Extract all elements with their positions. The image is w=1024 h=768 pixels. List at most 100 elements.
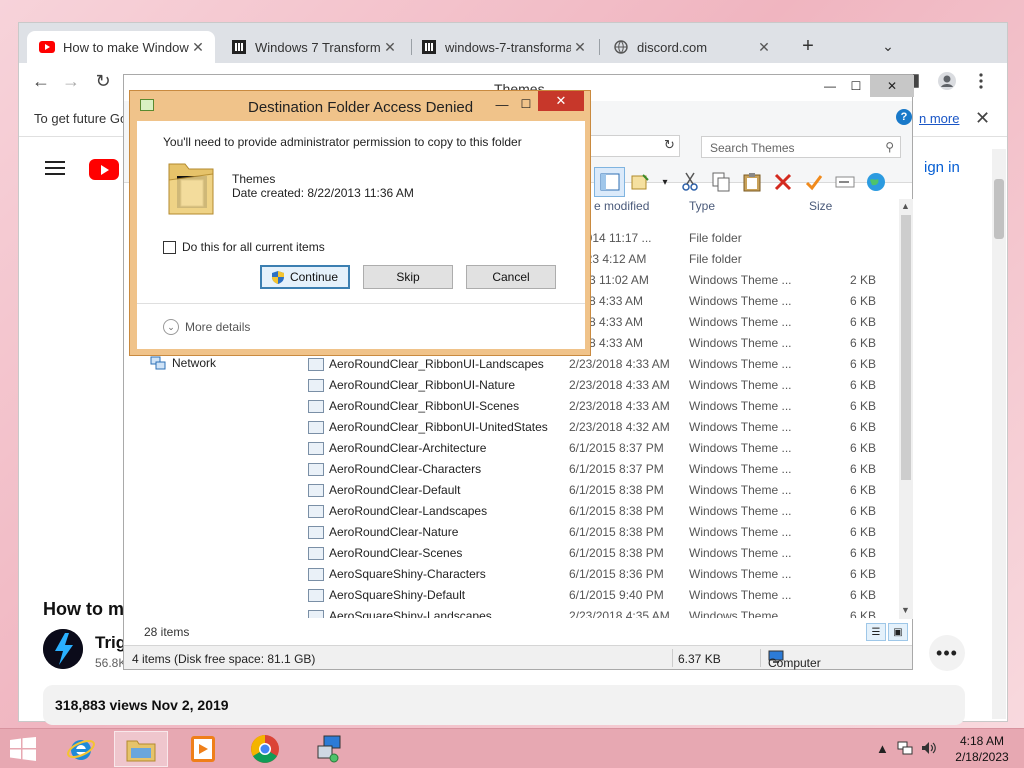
scroll-up-icon[interactable]: ▲ bbox=[901, 201, 910, 211]
taskbar-file-explorer[interactable] bbox=[114, 731, 168, 767]
file-date: 2/23/2018 4:32 AM bbox=[569, 420, 670, 434]
file-row[interactable]: AeroRoundClear-Architecture 6/1/2015 8:37… bbox=[124, 438, 904, 459]
paste-icon[interactable] bbox=[736, 167, 767, 197]
file-row[interactable]: AeroSquareShiny-Default 6/1/2015 9:40 PM W… bbox=[124, 585, 904, 606]
file-row[interactable]: AeroRoundClear_RibbonUI-Scenes 2/23/2018 … bbox=[124, 396, 904, 417]
tab-search-button[interactable]: ⌄ bbox=[875, 33, 901, 59]
file-row[interactable]: AeroRoundClear_RibbonUI-UnitedStates 2/23… bbox=[124, 417, 904, 438]
tab-close-icon[interactable]: ✕ bbox=[755, 38, 773, 56]
folder-icon bbox=[167, 154, 215, 218]
back-button[interactable]: ← bbox=[29, 69, 53, 93]
tab-close-icon[interactable]: ✕ bbox=[189, 38, 207, 56]
scroll-down-icon[interactable]: ▼ bbox=[901, 605, 910, 615]
show-hidden-icons-icon[interactable]: ▲ bbox=[876, 741, 889, 758]
delete-icon[interactable] bbox=[767, 167, 798, 197]
theme-file-icon bbox=[308, 526, 324, 539]
tab-windows7-2[interactable]: windows-7-transformat ✕ bbox=[409, 31, 597, 63]
large-icons-view-icon[interactable]: ▣ bbox=[888, 623, 908, 641]
cut-icon[interactable] bbox=[674, 167, 705, 197]
tab-discord[interactable]: discord.com ✕ bbox=[601, 31, 781, 63]
taskbar-internet-explorer[interactable] bbox=[54, 731, 108, 767]
apply-all-checkbox[interactable]: Do this for all current items bbox=[163, 240, 325, 254]
tab-close-icon[interactable]: ✕ bbox=[571, 38, 589, 56]
channel-name[interactable]: Trig bbox=[95, 633, 126, 653]
status-size: 6.37 KB bbox=[678, 652, 721, 666]
scrollbar-thumb[interactable] bbox=[901, 215, 911, 480]
file-type: Windows Theme ... bbox=[689, 273, 792, 287]
search-input[interactable]: Search Themes ⚲ bbox=[701, 136, 901, 158]
profile-avatar-icon[interactable] bbox=[935, 69, 959, 93]
network-status-icon[interactable] bbox=[897, 741, 913, 758]
more-actions-button[interactable]: ••• bbox=[929, 635, 965, 671]
file-date: 6/1/2015 8:38 PM bbox=[569, 483, 664, 497]
file-row[interactable]: AeroRoundClear-Landscapes 6/1/2015 8:38 P… bbox=[124, 501, 904, 522]
file-list-scrollbar[interactable]: ▲ ▼ bbox=[899, 199, 913, 619]
page-scrollbar[interactable] bbox=[992, 149, 1006, 719]
copy-icon[interactable] bbox=[705, 167, 736, 197]
tab-windows7-1[interactable]: Windows 7 Transformat ✕ bbox=[219, 31, 407, 63]
forward-button[interactable]: → bbox=[59, 69, 83, 93]
maximize-button[interactable]: ☐ bbox=[844, 75, 868, 97]
dropdown-icon[interactable]: ▾ bbox=[656, 167, 674, 197]
file-row[interactable]: AeroSquareShiny-Landscapes 2/23/2018 4:35… bbox=[124, 606, 904, 618]
file-row[interactable]: AeroRoundClear_RibbonUI-Nature 2/23/2018 … bbox=[124, 375, 904, 396]
skip-button[interactable]: Skip bbox=[363, 265, 453, 289]
dialog-title: Destination Folder Access Denied bbox=[248, 99, 474, 116]
clock[interactable]: 4:18 AM 2/18/2023 bbox=[950, 733, 1014, 765]
learn-more-link[interactable]: n more bbox=[919, 111, 959, 126]
properties-icon[interactable] bbox=[625, 167, 656, 197]
file-row[interactable]: AeroRoundClear-Nature 6/1/2015 8:38 PM Win… bbox=[124, 522, 904, 543]
column-type[interactable]: Type bbox=[689, 199, 715, 213]
file-row[interactable]: AeroRoundClear-Default 6/1/2015 8:38 PM Wi… bbox=[124, 480, 904, 501]
taskbar-network-app[interactable] bbox=[302, 731, 356, 767]
file-name: AeroRoundClear-Architecture bbox=[329, 441, 487, 455]
column-date-modified[interactable]: e modified bbox=[594, 199, 649, 213]
cancel-button[interactable]: Cancel bbox=[466, 265, 556, 289]
column-size[interactable]: Size bbox=[809, 199, 832, 213]
info-bar-close-icon[interactable]: ✕ bbox=[975, 108, 990, 129]
rename-icon[interactable] bbox=[829, 167, 860, 197]
file-type: Windows Theme ... bbox=[689, 420, 792, 434]
taskbar-chrome[interactable] bbox=[238, 731, 292, 767]
file-size: 6 KB bbox=[849, 483, 876, 497]
close-button[interactable]: ✕ bbox=[870, 75, 914, 97]
tab-close-icon[interactable]: ✕ bbox=[381, 38, 399, 56]
file-row[interactable]: AeroSquareShiny-Characters 6/1/2015 8:36 … bbox=[124, 564, 904, 585]
file-name: AeroRoundClear_RibbonUI-UnitedStates bbox=[329, 420, 548, 434]
file-row[interactable]: AeroRoundClear-Characters 6/1/2015 8:37 P… bbox=[124, 459, 904, 480]
preview-pane-icon[interactable] bbox=[594, 167, 625, 197]
tab-youtube[interactable]: How to make Windows ✕ bbox=[27, 31, 215, 63]
new-tab-button[interactable]: + bbox=[795, 33, 821, 59]
file-type: Windows Theme ... bbox=[689, 567, 792, 581]
globe-icon[interactable] bbox=[860, 167, 891, 197]
continue-button[interactable]: Continue bbox=[260, 265, 350, 289]
volume-icon[interactable] bbox=[921, 741, 937, 758]
video-description[interactable]: 318,883 views Nov 2, 2019 bbox=[43, 685, 965, 725]
theme-file-icon bbox=[308, 589, 324, 602]
file-row[interactable]: AeroRoundClear_RibbonUI-Landscapes 2/23/2… bbox=[124, 354, 904, 375]
subscriber-count: 56.8K bbox=[95, 656, 127, 670]
reload-button[interactable]: ↻ bbox=[91, 69, 115, 93]
browser-menu-icon[interactable] bbox=[969, 69, 993, 93]
youtube-logo-icon[interactable] bbox=[89, 159, 119, 180]
start-button[interactable] bbox=[10, 737, 36, 761]
file-date: 6/1/2015 8:38 PM bbox=[569, 546, 664, 560]
minimize-button[interactable]: — bbox=[818, 75, 842, 97]
search-placeholder: Search Themes bbox=[710, 141, 795, 155]
dialog-maximize-button[interactable]: ☐ bbox=[514, 95, 538, 113]
sign-in-button[interactable]: ign in bbox=[924, 159, 960, 176]
taskbar-media-player[interactable] bbox=[176, 731, 230, 767]
more-details-toggle[interactable]: ⌄ More details bbox=[163, 319, 250, 335]
check-icon[interactable] bbox=[798, 167, 829, 197]
scrollbar-thumb[interactable] bbox=[994, 179, 1004, 239]
channel-avatar[interactable] bbox=[43, 629, 83, 669]
status-selection: 4 items (Disk free space: 81.1 GB) bbox=[132, 652, 316, 666]
details-view-icon[interactable]: ☰ bbox=[866, 623, 886, 641]
checkbox-box[interactable] bbox=[163, 240, 176, 254]
guide-menu-icon[interactable] bbox=[45, 161, 65, 175]
dialog-minimize-button[interactable]: — bbox=[490, 95, 514, 113]
dialog-close-button[interactable]: ✕ bbox=[538, 91, 584, 111]
help-icon[interactable]: ? bbox=[896, 109, 912, 125]
file-row[interactable]: AeroRoundClear-Scenes 6/1/2015 8:38 PM Win… bbox=[124, 543, 904, 564]
refresh-icon[interactable]: ↻ bbox=[664, 137, 675, 153]
